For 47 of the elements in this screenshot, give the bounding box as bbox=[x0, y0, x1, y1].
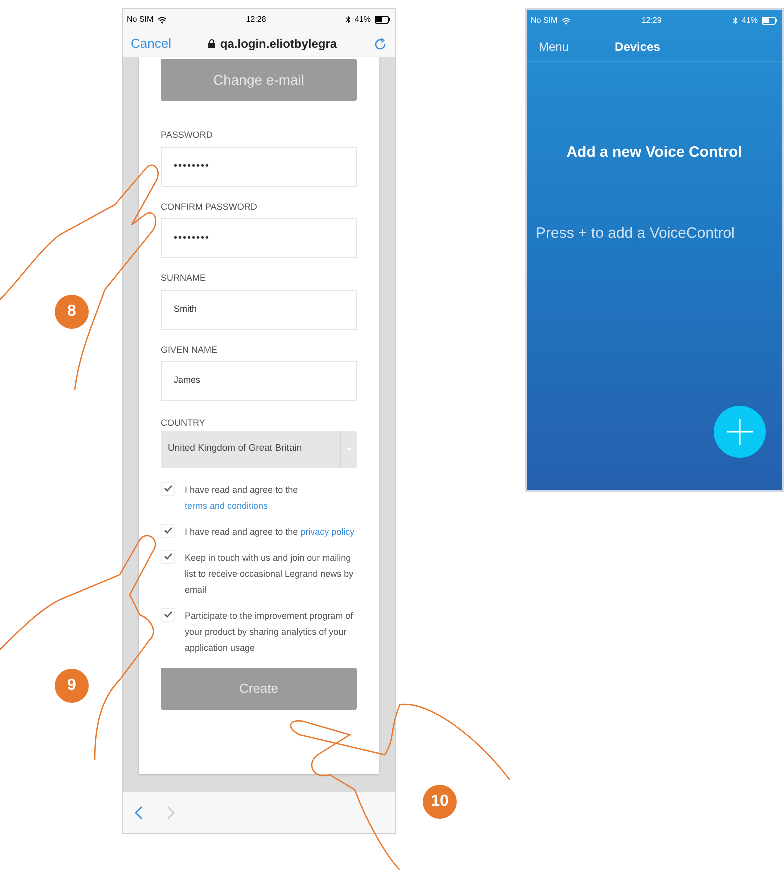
step-number: 10 bbox=[423, 785, 457, 819]
add-button[interactable] bbox=[714, 406, 766, 458]
step-number: 8 bbox=[55, 295, 89, 329]
field-label: CONFIRM PASSWORD bbox=[161, 200, 258, 214]
screen-title: Devices bbox=[615, 38, 660, 56]
agreement-text: I have read and agree to the privacy policy bbox=[185, 526, 355, 539]
carrier-text: No SIM bbox=[127, 14, 154, 26]
battery-icon bbox=[375, 16, 391, 24]
bluetooth-icon bbox=[732, 17, 738, 25]
check-icon bbox=[164, 553, 172, 560]
lock-icon bbox=[208, 39, 216, 49]
url-text[interactable]: qa.login.eliotbylegra bbox=[220, 35, 338, 53]
checkbox[interactable] bbox=[161, 524, 175, 538]
empty-state-heading: Add a new Voice Control bbox=[566, 143, 744, 163]
password-field[interactable]: •••••••• bbox=[161, 146, 357, 186]
password-field[interactable]: •••••••• bbox=[161, 218, 357, 258]
text-field[interactable]: James bbox=[161, 361, 357, 401]
battery-percent: 41% bbox=[742, 15, 758, 27]
battery-icon bbox=[762, 17, 778, 25]
clock-time: 12:29 bbox=[642, 15, 662, 27]
battery-percent: 41% bbox=[354, 14, 371, 26]
checkbox[interactable] bbox=[161, 482, 175, 496]
wifi-icon bbox=[562, 18, 571, 24]
reload-icon[interactable] bbox=[374, 38, 387, 50]
agreement-text: Participate to the improvement program of your product by sharing analytics of your application usage bbox=[185, 610, 354, 655]
field-label: GIVEN NAME bbox=[161, 344, 219, 356]
country-select[interactable]: United Kingdom of Great Britain bbox=[161, 430, 357, 468]
carrier-text: No SIM bbox=[531, 15, 558, 27]
checkbox[interactable] bbox=[161, 608, 175, 622]
checkbox[interactable] bbox=[161, 550, 175, 564]
field-label: COUNTRY bbox=[161, 417, 206, 430]
field-label: SURNAME bbox=[161, 272, 208, 285]
check-icon bbox=[164, 485, 172, 492]
agreement-text: Keep in touch with us and join our mailing list to receive occasional Legrand news by email bbox=[185, 552, 355, 596]
bluetooth-icon bbox=[346, 16, 351, 24]
wifi-icon bbox=[158, 16, 167, 24]
empty-state-hint: Press + to add a VoiceControl bbox=[535, 224, 736, 244]
agreement-link[interactable]: terms and conditions bbox=[185, 500, 268, 510]
check-icon bbox=[164, 527, 172, 534]
field-label: PASSWORD bbox=[161, 129, 214, 142]
back-icon[interactable] bbox=[135, 806, 143, 820]
clock-time: 12:28 bbox=[246, 14, 266, 26]
text-field[interactable]: Smith bbox=[161, 290, 357, 330]
step-number: 9 bbox=[55, 669, 89, 703]
plus-icon bbox=[727, 419, 753, 445]
agreement-text: I have read and agree to the terms and conditions bbox=[185, 484, 300, 512]
check-icon bbox=[164, 611, 172, 618]
